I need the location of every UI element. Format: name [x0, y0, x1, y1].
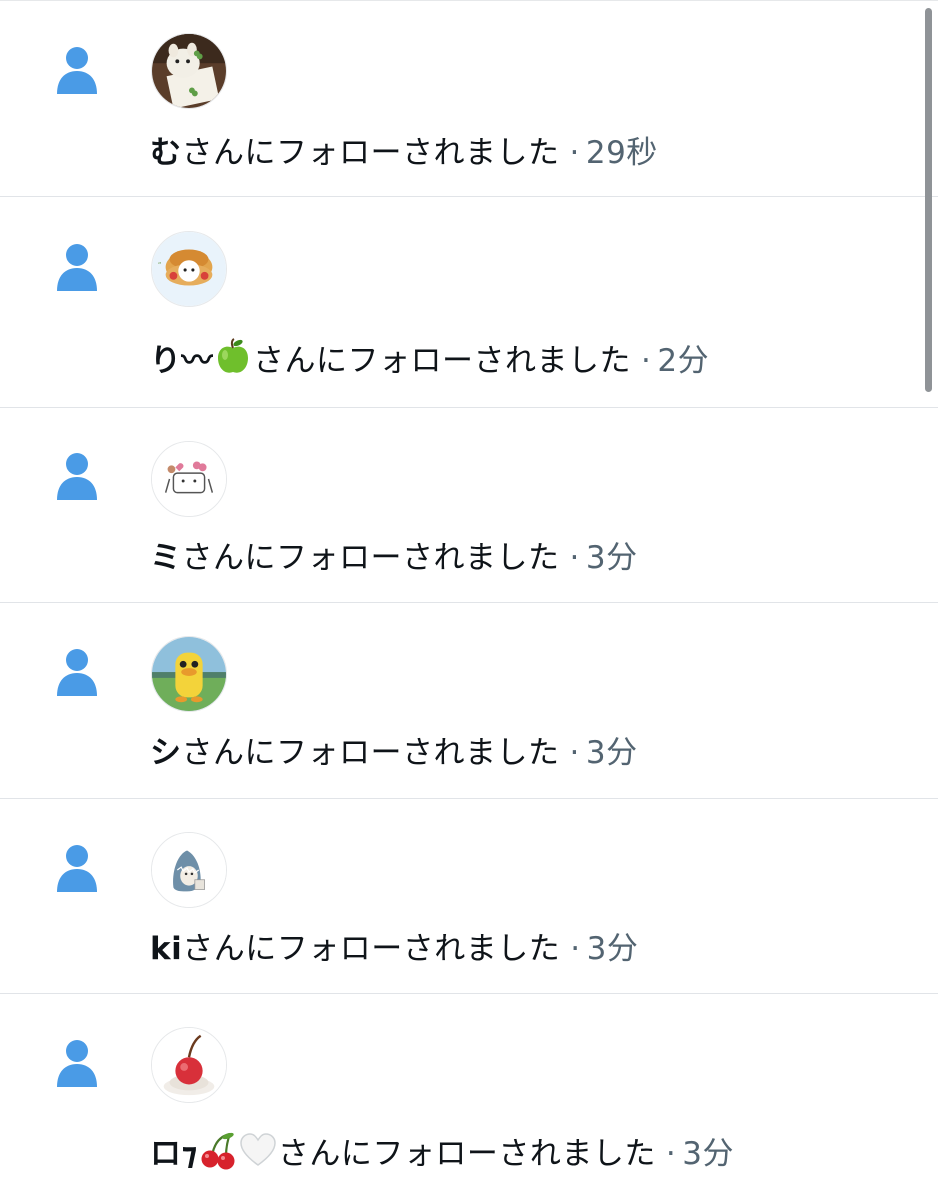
notification-text: ロ⁊ さんにフォローされました · 3分 — [150, 1130, 734, 1174]
person-icon — [57, 244, 97, 291]
notification-text: ミさんにフォローされました · 3分 — [150, 538, 638, 578]
username[interactable]: ki — [150, 931, 182, 967]
avatar[interactable]: “ — [151, 231, 227, 307]
avatar[interactable] — [151, 33, 227, 109]
follow-message: さんにフォローされました — [181, 135, 560, 171]
svg-text:“: “ — [158, 261, 162, 269]
follow-message: さんにフォローされました — [181, 540, 560, 576]
separator-dot: · — [569, 135, 580, 171]
cat-in-cream-puff-icon: “ — [152, 232, 226, 306]
timestamp: 3分 — [682, 1136, 735, 1172]
person-icon — [57, 47, 97, 94]
separator-dot: · — [569, 540, 580, 576]
separator-dot: · — [569, 735, 580, 771]
person-icon — [57, 1040, 97, 1087]
shark-hood-cat-icon — [152, 833, 226, 907]
cherries-icon — [198, 1130, 238, 1170]
separator-dot: · — [641, 343, 652, 379]
scrollbar-thumb[interactable] — [925, 8, 932, 392]
avatar[interactable] — [151, 441, 227, 517]
timestamp: 3分 — [586, 931, 639, 967]
timestamp: 2分 — [657, 343, 710, 379]
notification-row[interactable]: kiさんにフォローされました · 3分 — [0, 799, 938, 994]
timestamp: 3分 — [585, 540, 638, 576]
username[interactable]: ミ — [150, 540, 182, 576]
person-icon — [57, 845, 97, 892]
avatar[interactable] — [151, 832, 227, 908]
notification-text: むさんにフォローされました · 29秒 — [150, 133, 658, 173]
white-heart-icon — [238, 1130, 278, 1170]
green-apple-icon — [213, 337, 253, 377]
yellow-duck-character-icon — [152, 637, 226, 711]
follow-message: さんにフォローされました — [277, 1136, 656, 1172]
cat-with-clover-photo-icon — [152, 34, 226, 108]
follow-message: さんにフォローされました — [181, 735, 560, 771]
notification-row[interactable]: ロ⁊ さんにフォローされました · 3分 — [0, 994, 938, 1200]
avatar[interactable] — [151, 636, 227, 712]
cat-with-hearts-sketch-icon — [152, 442, 226, 516]
separator-dot: · — [665, 1136, 677, 1172]
person-icon — [57, 453, 97, 500]
username[interactable]: む — [150, 135, 182, 171]
notification-row[interactable]: ミさんにフォローされました · 3分 — [0, 408, 938, 603]
notification-text: シさんにフォローされました · 3分 — [150, 733, 638, 773]
notification-text: kiさんにフォローされました · 3分 — [150, 929, 638, 969]
avatar[interactable] — [151, 1027, 227, 1103]
username[interactable]: シ — [150, 735, 182, 771]
separator-dot: · — [570, 931, 581, 967]
username[interactable]: り〰 — [150, 343, 213, 379]
notification-row[interactable]: むさんにフォローされました · 29秒 — [0, 0, 938, 197]
username[interactable]: ロ⁊ — [150, 1136, 198, 1172]
timestamp: 3分 — [585, 735, 638, 771]
timestamp: 29秒 — [585, 135, 658, 171]
follow-message: さんにフォローされました — [253, 343, 631, 379]
notification-text: り〰 さんにフォローされました · 2分 — [150, 337, 709, 381]
follow-message: さんにフォローされました — [182, 931, 561, 967]
notification-row[interactable]: “ り〰 さんにフォローされました · 2分 — [0, 197, 938, 408]
cherry-jelly-icon — [152, 1028, 226, 1102]
person-icon — [57, 649, 97, 696]
notification-row[interactable]: シさんにフォローされました · 3分 — [0, 603, 938, 799]
